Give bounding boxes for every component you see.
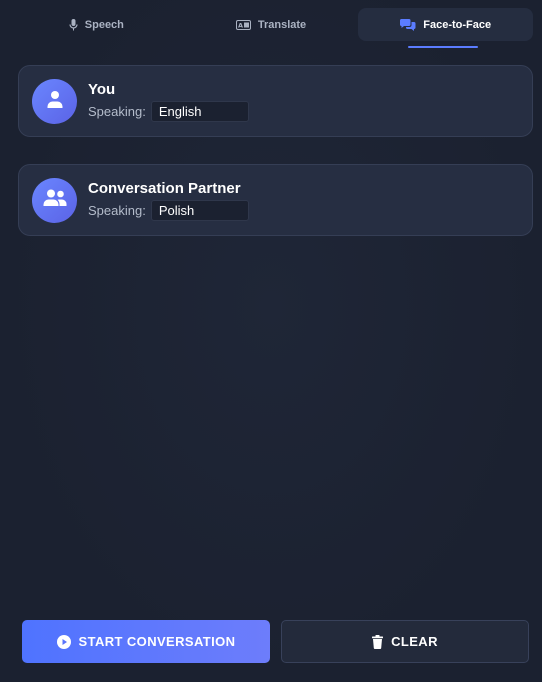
mode-tabs: Speech A Translate Face-to-Face — [0, 0, 542, 48]
language-select-you[interactable]: English — [150, 100, 249, 122]
tab-speech-label: Speech — [84, 18, 124, 31]
participant-title: Conversation Partner — [88, 179, 241, 197]
start-conversation-label: START CONVERSATION — [78, 634, 236, 649]
participant-info-partner: Conversation Partner Speaking: Polish — [88, 180, 249, 221]
tab-speech[interactable]: Speech — [9, 8, 184, 41]
language-select-partner[interactable]: Polish — [150, 199, 249, 221]
speaking-row: Speaking: Polish — [88, 199, 249, 221]
chat-bubbles-icon — [400, 18, 416, 31]
tab-face-to-face[interactable]: Face-to-Face — [358, 8, 534, 48]
language-value: Polish — [158, 202, 195, 218]
start-conversation-button[interactable]: START CONVERSATION — [22, 620, 270, 663]
play-circle-icon — [56, 634, 71, 649]
speaking-row: Speaking: English — [88, 100, 249, 122]
participant-card-you: You Speaking: English — [18, 65, 533, 137]
participant-title: You — [88, 80, 116, 98]
svg-text:A: A — [238, 21, 243, 29]
translate-icon: A — [235, 19, 251, 30]
participant-info-you: You Speaking: English — [88, 81, 249, 122]
avatar-you — [32, 78, 77, 124]
speaking-label: Speaking: — [88, 103, 146, 119]
user-icon — [46, 90, 64, 113]
tab-translate[interactable]: A Translate — [184, 8, 359, 41]
participant-card-partner: Conversation Partner Speaking: Polish — [18, 164, 533, 236]
users-icon — [43, 189, 67, 211]
microphone-icon — [69, 18, 78, 31]
language-value: English — [158, 103, 202, 119]
avatar-partner — [32, 177, 77, 223]
tab-face-to-face-label: Face-to-Face — [423, 18, 492, 31]
speaking-label: Speaking: — [88, 202, 146, 218]
clear-label: CLEAR — [391, 634, 438, 649]
trash-icon — [372, 634, 384, 649]
app-window: Speech A Translate Face-to-Face You Spea… — [0, 0, 542, 682]
clear-button[interactable]: CLEAR — [281, 620, 529, 663]
tab-translate-label: Translate — [257, 18, 307, 31]
